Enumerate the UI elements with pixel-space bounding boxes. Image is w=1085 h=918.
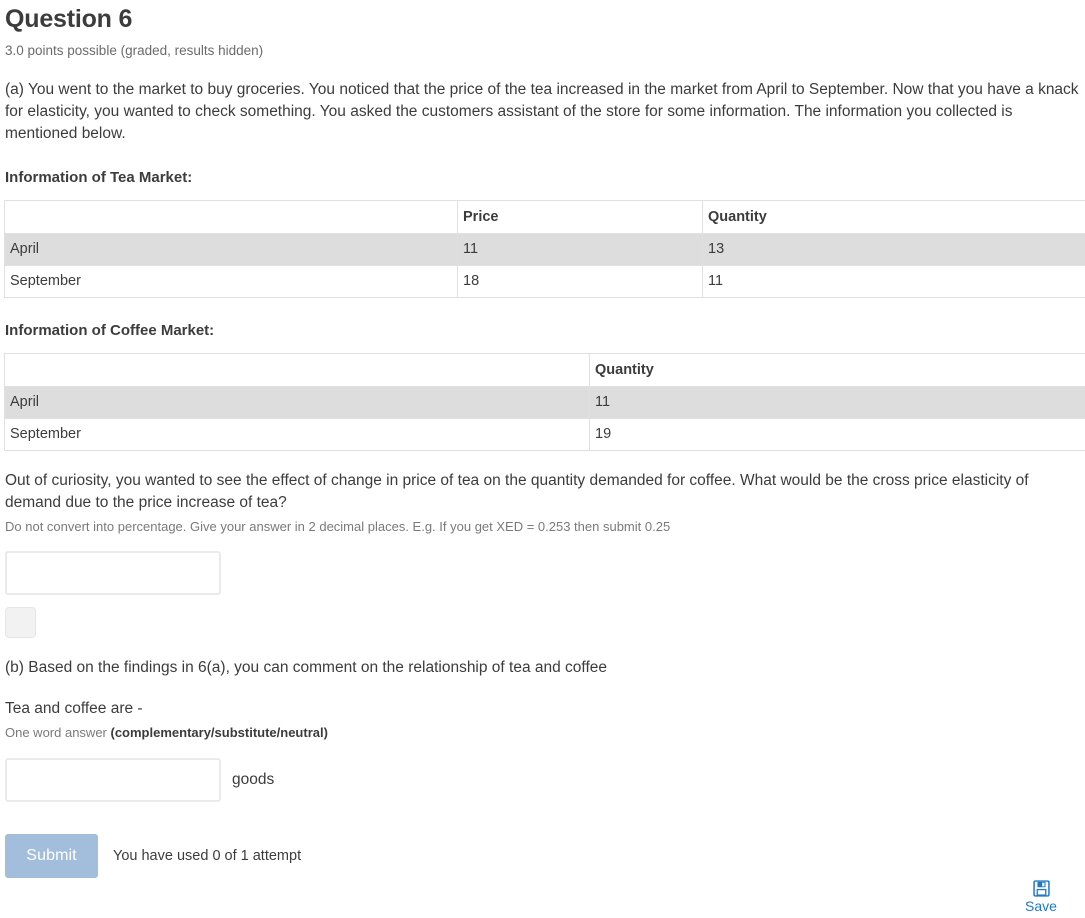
table-row: September 18 11 bbox=[4, 264, 1085, 298]
tea-table-heading: Information of Tea Market: bbox=[5, 168, 193, 186]
tea-row-quantity: 13 bbox=[702, 232, 1085, 266]
part-b-hint-prefix: One word answer bbox=[5, 725, 111, 741]
coffee-row-label: April bbox=[4, 385, 590, 419]
table-header-row: Price Quantity bbox=[4, 199, 1085, 234]
table-header-row: Quantity bbox=[4, 352, 1085, 387]
table-row: April 11 13 bbox=[4, 232, 1085, 266]
save-button[interactable]: Save bbox=[1009, 880, 1073, 914]
coffee-table-heading: Information of Coffee Market: bbox=[5, 321, 215, 339]
tea-row-label: September bbox=[4, 264, 458, 298]
part-b-question: Tea and coffee are - bbox=[5, 700, 143, 718]
coffee-market-table: Quantity April 11 September 19 bbox=[4, 352, 1085, 451]
tea-header-quantity: Quantity bbox=[702, 199, 1085, 234]
table-row: April 11 bbox=[4, 385, 1085, 419]
submit-button[interactable]: Submit bbox=[5, 834, 98, 879]
attempt-counter: You have used 0 of 1 attempt bbox=[113, 848, 302, 865]
coffee-header-quantity: Quantity bbox=[589, 352, 1085, 387]
part-b-answer-input[interactable] bbox=[5, 758, 221, 803]
save-label: Save bbox=[1025, 898, 1057, 914]
part-b-answer-row: goods bbox=[2, 758, 1083, 803]
tea-row-price: 18 bbox=[457, 264, 703, 298]
footer-actions: Submit You have used 0 of 1 attempt bbox=[2, 834, 1083, 879]
tea-market-table: Price Quantity April 11 13 September 18 … bbox=[4, 199, 1085, 298]
points-possible: 3.0 points possible (graded, results hid… bbox=[5, 43, 264, 58]
question-page: Question 6 3.0 points possible (graded, … bbox=[0, 0, 1085, 914]
part-b-prompt: (b) Based on the findings in 6(a), you c… bbox=[5, 659, 608, 677]
coffee-header-blank bbox=[4, 352, 590, 387]
tea-row-price: 11 bbox=[457, 232, 703, 266]
part-a-extra-button[interactable] bbox=[5, 607, 36, 639]
part-a-prompt: (a) You went to the market to buy grocer… bbox=[5, 80, 1079, 142]
tea-row-label: April bbox=[4, 232, 458, 266]
part-b-hint-options: (complementary/substitute/neutral) bbox=[110, 725, 328, 741]
part-b-hint: One word answer (complementary/substitut… bbox=[2, 725, 1083, 742]
part-a-question: Out of curiosity, you wanted to see the … bbox=[5, 471, 1029, 511]
coffee-row-quantity: 11 bbox=[589, 385, 1085, 419]
coffee-row-label: September bbox=[4, 417, 590, 451]
table-row: September 19 bbox=[4, 417, 1085, 451]
page-title: Question 6 bbox=[5, 5, 133, 33]
save-icon bbox=[1009, 880, 1073, 897]
tea-header-blank bbox=[4, 199, 458, 234]
part-a-hint: Do not convert into percentage. Give you… bbox=[5, 518, 671, 534]
tea-header-price: Price bbox=[457, 199, 703, 234]
part-b-answer-suffix: goods bbox=[232, 771, 275, 789]
part-a-answer-input[interactable] bbox=[5, 551, 221, 596]
coffee-row-quantity: 19 bbox=[589, 417, 1085, 451]
tea-row-quantity: 11 bbox=[702, 264, 1085, 298]
